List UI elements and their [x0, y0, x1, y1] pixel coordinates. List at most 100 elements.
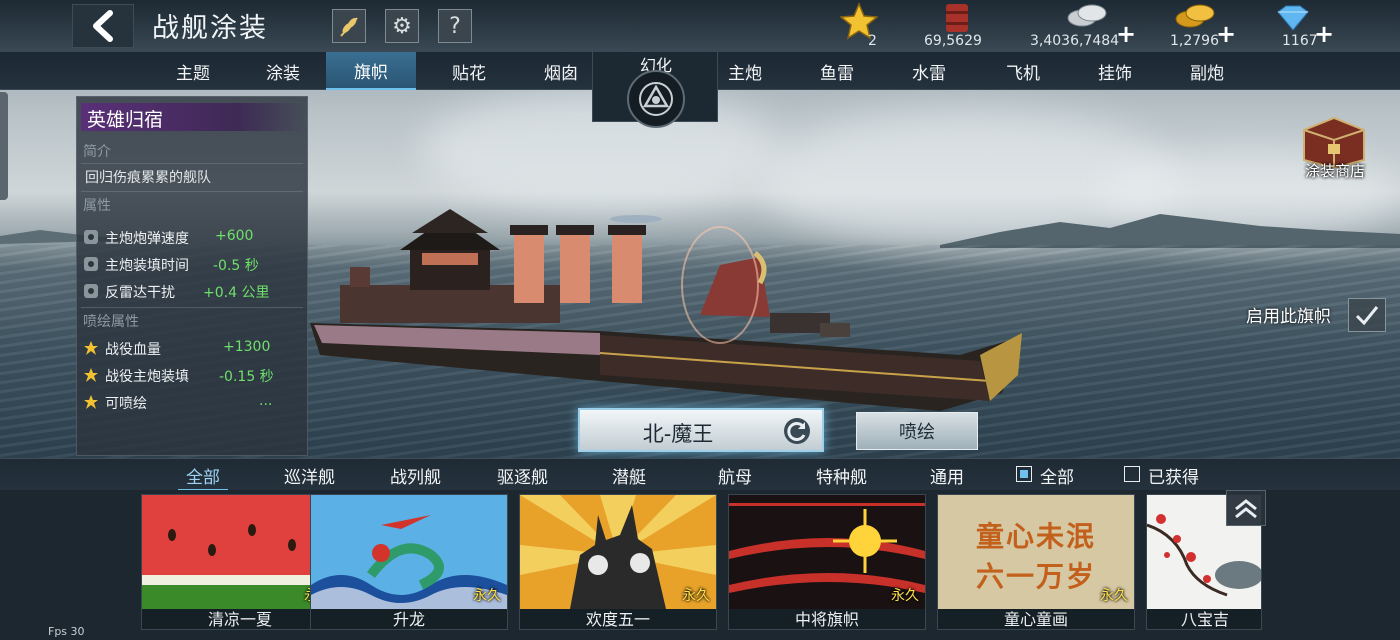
attribute-row: 反雷达干扰 +0.4 公里 [83, 281, 305, 303]
attribute-label: 主炮炮弹速度 [105, 231, 189, 247]
tab-paint[interactable]: 涂装 [238, 52, 328, 90]
stars-resource: 2 [836, 0, 884, 52]
paint-attribute-section-label: 喷绘属性 [83, 314, 139, 330]
transform-emblem[interactable] [627, 70, 685, 128]
flag-card[interactable]: 童心未泯 六一万岁 永久 童心童画 [937, 494, 1135, 630]
permanent-tag: 永久 [682, 588, 710, 604]
paint-attribute-value: +1300 [223, 339, 271, 355]
paint-shop-label: 涂装商店 [1304, 162, 1365, 180]
gold-count: 1,2796 [1170, 33, 1219, 49]
attribute-value: +0.4 公里 [203, 285, 270, 301]
filter-all[interactable]: 全部 [178, 459, 228, 491]
gold-coins-icon [1175, 4, 1215, 28]
checkmark-icon [1355, 306, 1379, 326]
gold-star-icon [84, 341, 98, 355]
paint-attribute-label: 可喷绘 [105, 396, 147, 412]
enable-flag-checkbox[interactable] [1348, 298, 1386, 332]
attribute-value: -0.5 秒 [213, 258, 259, 274]
side-drawer-handle[interactable] [0, 92, 8, 200]
filter-carrier[interactable]: 航母 [718, 459, 752, 491]
paint-attribute-value: ... [259, 393, 273, 409]
filter-special[interactable]: 特种舰 [816, 459, 867, 491]
settings-button[interactable]: ⚙ [385, 9, 419, 43]
switch-ship-icon[interactable] [782, 416, 812, 446]
filter-battleship[interactable]: 战列舰 [390, 459, 441, 491]
flag-card-name: 升龙 [311, 609, 507, 629]
tab-ornament[interactable]: 挂饰 [1070, 52, 1160, 90]
attribute-value: +600 [215, 228, 254, 244]
help-button[interactable]: ? [438, 9, 472, 43]
attribute-label: 主炮装填时间 [105, 258, 189, 274]
tab-flag[interactable]: 旗帜 [326, 52, 416, 90]
gold-star-icon [84, 368, 98, 382]
permanent-tag: 永久 [1100, 588, 1128, 604]
battleship-model [310, 209, 1022, 411]
paint-attribute-value: -0.15 秒 [219, 369, 274, 385]
ship-gear-icon [84, 257, 98, 271]
paint-attribute-label: 战役血量 [105, 342, 161, 358]
ship-gear-icon [84, 230, 98, 244]
show-all-checkbox[interactable] [1016, 466, 1032, 482]
transform-tab[interactable]: 幻化 [592, 52, 718, 128]
back-arrow-icon [93, 10, 113, 42]
ship-gear-icon [84, 284, 98, 298]
spray-paint-button[interactable]: 喷绘 [856, 412, 978, 450]
silver-resource[interactable]: 3,4036,7484 + [1028, 0, 1136, 52]
tab-aircraft[interactable]: 飞机 [978, 52, 1068, 90]
attribute-row: 主炮炮弹速度 +600 [83, 227, 305, 249]
ship-name-box[interactable]: 北-魔王 [578, 408, 824, 452]
fps-counter: Fps 30 [48, 625, 85, 638]
flag-card-name: 童心童画 [938, 609, 1134, 629]
flag-card[interactable]: 永久 中将旗帜 [728, 494, 926, 630]
diamond-icon [1277, 5, 1309, 31]
stars-count: 2 [868, 33, 877, 49]
diamond-resource[interactable]: 1167 + [1268, 0, 1334, 52]
top-bar: 战舰涂装 ⚙ ? 2 69,5629 3,4036,7484 + 1,2796 … [0, 0, 1400, 52]
show-all-label: 全部 [1040, 467, 1074, 488]
tab-decal[interactable]: 贴花 [424, 52, 514, 90]
tab-secondary-gun[interactable]: 副炮 [1162, 52, 1252, 90]
filter-destroyer[interactable]: 驱逐舰 [497, 459, 548, 491]
ship-type-filter-bar: 全部 巡洋舰 战列舰 驱逐舰 潜艇 航母 特种舰 通用 全部 已获得 [0, 458, 1400, 491]
wheat-icon [340, 17, 358, 37]
flag-card-name: 八宝吉 [1147, 609, 1261, 629]
divider [81, 163, 303, 164]
page-title: 战舰涂装 [152, 13, 268, 44]
paint-attribute-row: 战役主炮装填 -0.15 秒 [83, 365, 305, 387]
flag-card[interactable]: 永久 升龙 [310, 494, 508, 630]
question-icon: ? [449, 13, 461, 39]
collapse-list-button[interactable] [1226, 490, 1266, 526]
paint-shop-button[interactable]: 涂装商店 [1290, 110, 1380, 184]
flag-name: 英雄归宿 [87, 109, 164, 131]
silver-coins-icon [1067, 4, 1107, 27]
attribute-section-label: 属性 [83, 198, 111, 214]
flag-card-name: 欢度五一 [520, 609, 716, 629]
filter-general[interactable]: 通用 [930, 459, 964, 491]
tab-theme[interactable]: 主题 [148, 52, 238, 90]
flag-card-name: 清凉一夏 [142, 609, 338, 629]
intro-section-label: 简介 [83, 144, 111, 160]
flag-info-panel: 英雄归宿 简介 回归伤痕累累的舰队 属性 主炮炮弹速度 +600 主炮装填时间 … [76, 96, 308, 456]
oil-barrel-icon [946, 4, 968, 32]
paint-attribute-label: 战役主炮装填 [105, 369, 189, 385]
filter-cruiser[interactable]: 巡洋舰 [284, 459, 335, 491]
add-gold-icon[interactable]: + [1216, 20, 1236, 48]
add-diamond-icon[interactable]: + [1314, 20, 1334, 48]
add-silver-icon[interactable]: + [1116, 20, 1136, 48]
wheat-button[interactable] [332, 9, 366, 43]
triangle-emblem-icon [639, 82, 673, 116]
oil-count: 69,5629 [924, 33, 982, 49]
flag-card[interactable]: 永久 欢度五一 [519, 494, 717, 630]
art-text-line: 童心未泯 [975, 520, 1096, 553]
ship-name: 北-魔王 [642, 422, 714, 446]
enable-flag-label: 启用此旗帜 [1246, 307, 1331, 327]
tab-mine[interactable]: 水雷 [884, 52, 974, 90]
diamond-count: 1167 [1282, 33, 1318, 49]
gold-resource[interactable]: 1,2796 + [1168, 0, 1236, 52]
flag-name-banner: 英雄归宿 [81, 103, 305, 131]
tab-torpedo[interactable]: 鱼雷 [792, 52, 882, 90]
filter-submarine[interactable]: 潜艇 [612, 459, 646, 491]
back-button[interactable] [72, 4, 134, 48]
paint-attribute-row: 可喷绘 ... [83, 392, 305, 414]
owned-only-checkbox[interactable] [1124, 466, 1140, 482]
